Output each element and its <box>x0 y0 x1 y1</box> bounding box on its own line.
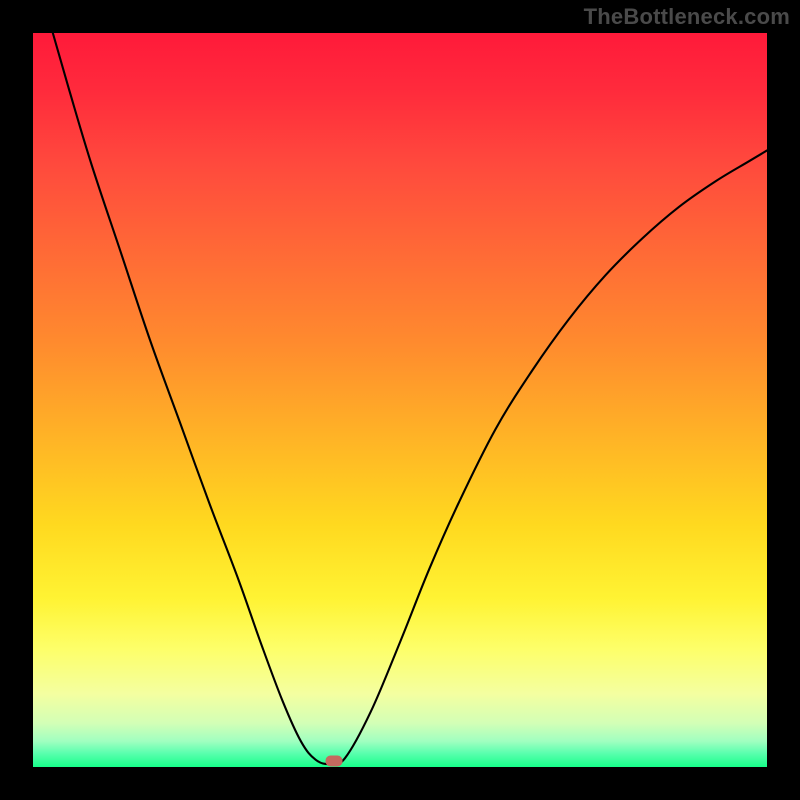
chart-frame: TheBottleneck.com <box>0 0 800 800</box>
optimum-marker <box>325 756 342 767</box>
curve-svg <box>33 33 767 767</box>
bottleneck-curve <box>53 33 767 765</box>
watermark-text: TheBottleneck.com <box>584 4 790 30</box>
plot-area <box>33 33 767 767</box>
